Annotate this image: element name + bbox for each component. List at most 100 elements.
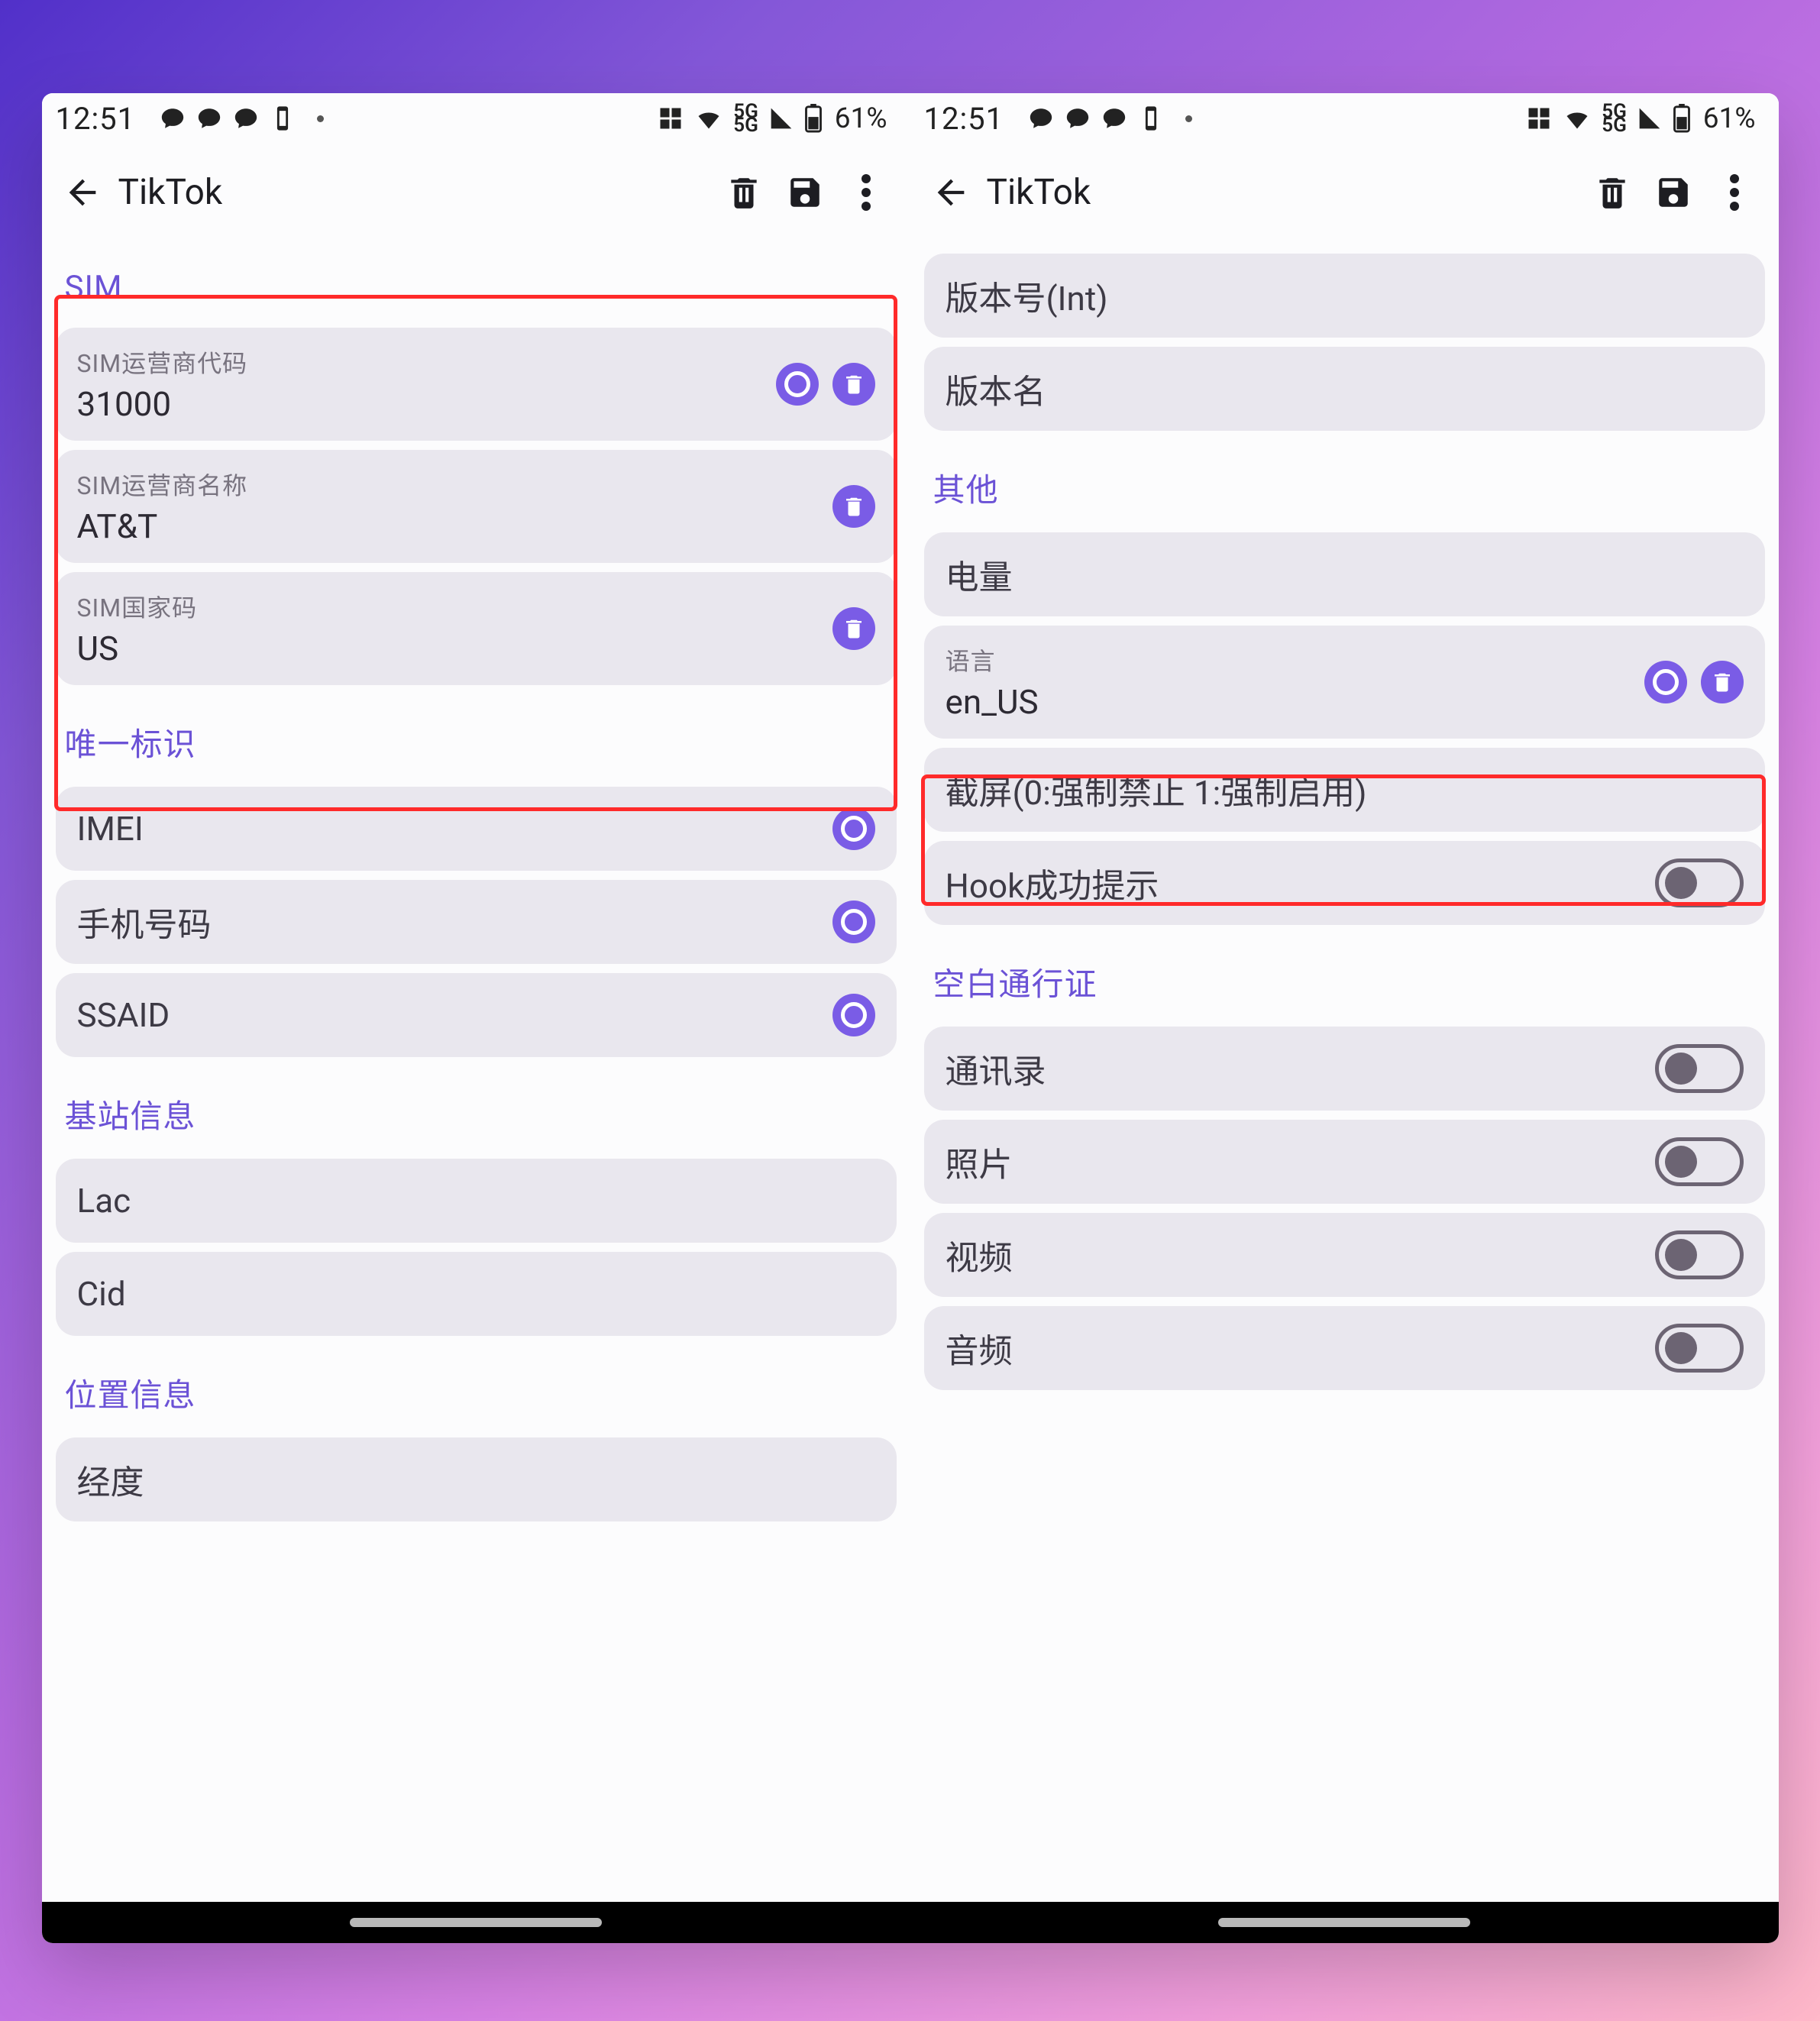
back-button[interactable] (56, 166, 109, 219)
appbar-title: TikTok (118, 172, 223, 213)
overflow-menu-button[interactable] (1704, 166, 1765, 219)
chat-bubble-icon (1101, 105, 1127, 131)
toggle-switch[interactable] (1655, 1137, 1744, 1186)
nav-bar (42, 1902, 910, 1943)
battery-icon (1673, 104, 1691, 133)
phone-icon (1138, 105, 1164, 131)
section-title-cell-info: 基站信息 (56, 1066, 897, 1150)
trash-button[interactable] (832, 363, 875, 406)
chat-bubble-icon (160, 105, 186, 131)
hook-success-row[interactable]: Hook成功提示 (924, 841, 1765, 925)
section-title-blank-pass: 空白通行证 (924, 934, 1765, 1017)
row-label: 音频 (946, 1324, 1013, 1373)
row-sublabel: SIM国家码 (77, 589, 198, 624)
trash-button[interactable] (832, 607, 875, 650)
phone-left: 12:51 5G5G 61% TikTok (42, 93, 910, 1943)
sim-grid-icon (1525, 105, 1553, 132)
row-value: US (77, 629, 198, 668)
phone-number-row[interactable]: 手机号码 (56, 880, 897, 964)
status-time: 12:51 (924, 101, 1004, 137)
row-sublabel: 语言 (946, 642, 1039, 677)
row-label: Hook成功提示 (946, 859, 1159, 907)
toggle-switch[interactable] (1655, 859, 1744, 907)
dot-icon (317, 115, 324, 122)
version-name-row[interactable]: 版本名 (924, 347, 1765, 431)
language-row[interactable]: 语言 en_US (924, 626, 1765, 739)
dot-icon (1185, 115, 1192, 122)
trash-button[interactable] (1701, 661, 1744, 703)
nav-pill[interactable] (1218, 1918, 1470, 1927)
signal-icon (1637, 106, 1662, 131)
radio-button[interactable] (832, 807, 875, 850)
network-5g-label: 5G5G (1602, 105, 1627, 132)
sim-country-code-row[interactable]: SIM国家码 US (56, 572, 897, 685)
lac-row[interactable]: Lac (56, 1159, 897, 1243)
radio-button[interactable] (832, 901, 875, 943)
statusbar: 12:51 5G5G 61% (42, 93, 910, 144)
phone-right: 12:51 5G5G 61% TikTok (910, 93, 1779, 1943)
row-label: 手机号码 (77, 897, 212, 946)
row-label: 版本号(Int) (946, 271, 1108, 320)
statusbar: 12:51 5G5G 61% (910, 93, 1779, 144)
sim-grid-icon (657, 105, 684, 132)
row-sublabel: SIM运营商代码 (77, 344, 248, 380)
row-sublabel: SIM运营商名称 (77, 467, 248, 502)
sim-carrier-name-row[interactable]: SIM运营商名称 AT&T (56, 450, 897, 563)
contacts-row[interactable]: 通讯录 (924, 1027, 1765, 1111)
overflow-menu-button[interactable] (836, 166, 897, 219)
row-label: 截屏(0:强制禁止 1:强制启用) (946, 765, 1367, 814)
appbar: TikTok (42, 144, 910, 241)
nav-bar (910, 1902, 1779, 1943)
imei-row[interactable]: IMEI (56, 787, 897, 871)
version-int-row[interactable]: 版本号(Int) (924, 254, 1765, 338)
save-button[interactable] (774, 166, 836, 219)
trash-button[interactable] (832, 485, 875, 528)
row-value: en_US (946, 682, 1039, 722)
network-5g-label: 5G5G (733, 105, 758, 132)
phone-icon (270, 105, 296, 131)
content-left: SIM SIM运营商代码 31000 SIM运营商名称 AT&T (42, 241, 910, 1943)
status-time: 12:51 (56, 101, 136, 137)
row-label: 版本名 (946, 364, 1046, 413)
radio-button[interactable] (776, 363, 819, 406)
toggle-switch[interactable] (1655, 1044, 1744, 1093)
back-button[interactable] (924, 166, 978, 219)
appbar-title: TikTok (987, 172, 1091, 213)
photos-row[interactable]: 照片 (924, 1120, 1765, 1204)
section-title-location: 位置信息 (56, 1345, 897, 1428)
chat-bubble-icon (1028, 105, 1054, 131)
radio-button[interactable] (832, 994, 875, 1036)
longitude-row[interactable]: 经度 (56, 1437, 897, 1521)
chat-bubble-icon (233, 105, 259, 131)
section-title-other: 其他 (924, 440, 1765, 523)
sim-carrier-code-row[interactable]: SIM运营商代码 31000 (56, 328, 897, 441)
battery-icon (804, 104, 823, 133)
row-label: SSAID (77, 995, 170, 1035)
row-label: 通讯录 (946, 1044, 1046, 1093)
delete-button[interactable] (1582, 166, 1643, 219)
row-label: 视频 (946, 1230, 1013, 1279)
radio-button[interactable] (1644, 661, 1687, 703)
save-button[interactable] (1643, 166, 1704, 219)
row-value: AT&T (77, 506, 248, 546)
row-value: 31000 (77, 384, 248, 424)
row-label: IMEI (77, 809, 144, 849)
battery-level-row[interactable]: 电量 (924, 532, 1765, 616)
wifi-icon (695, 105, 723, 132)
delete-button[interactable] (713, 166, 774, 219)
audio-row[interactable]: 音频 (924, 1306, 1765, 1390)
wifi-icon (1563, 105, 1591, 132)
battery-percentage: 61% (835, 102, 887, 135)
chat-bubble-icon (196, 105, 222, 131)
row-label: 电量 (946, 550, 1013, 599)
toggle-switch[interactable] (1655, 1324, 1744, 1373)
toggle-switch[interactable] (1655, 1230, 1744, 1279)
appbar: TikTok (910, 144, 1779, 241)
content-right: 版本号(Int) 版本名 其他 电量 语言 en_US 截屏(0:强制 (910, 241, 1779, 1943)
nav-pill[interactable] (350, 1918, 602, 1927)
cid-row[interactable]: Cid (56, 1252, 897, 1336)
screenshot-mode-row[interactable]: 截屏(0:强制禁止 1:强制启用) (924, 748, 1765, 832)
row-label: 照片 (946, 1137, 1013, 1186)
videos-row[interactable]: 视频 (924, 1213, 1765, 1297)
ssaid-row[interactable]: SSAID (56, 973, 897, 1057)
